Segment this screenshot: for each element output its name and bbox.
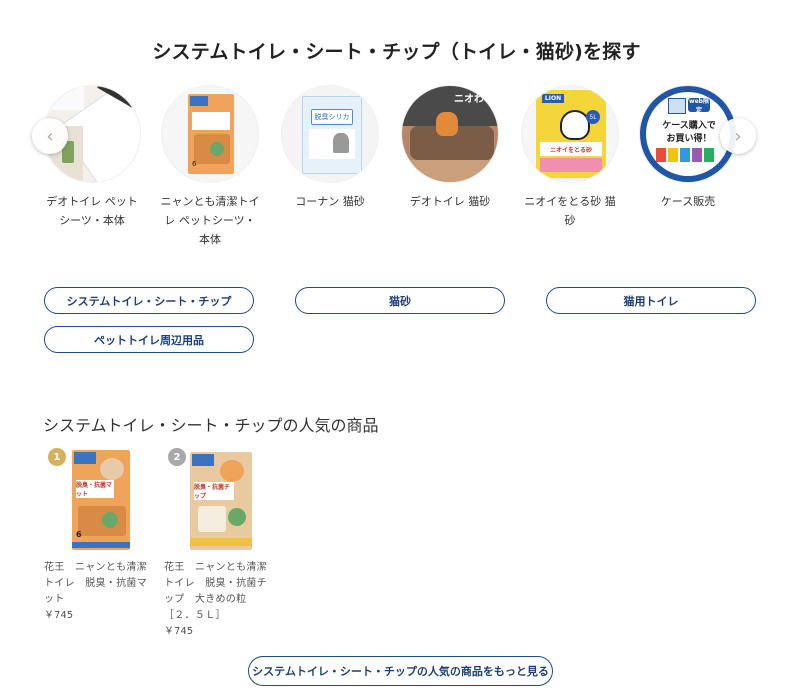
carousel-item-lion-litter[interactable]: LION ニオイをとる砂 5L ニオイをとる砂 猫砂 (520, 86, 620, 230)
chevron-right-icon: › (734, 125, 742, 147)
carousel-item-label: ニャンとも清潔トイレ ペットシーツ・本体 (160, 195, 260, 246)
category-button-toilet-accessories[interactable]: ペットトイレ周辺用品 (44, 326, 254, 353)
carousel-item-kohnan-litter[interactable]: 脱臭シリカ コーナン 猫砂 (280, 86, 380, 211)
popular-section-title: システムトイレ・シート・チップの人気の商品 (43, 416, 379, 435)
nyantomo-pack-image: 6 (162, 86, 258, 182)
carousel-item-label: デオトイレ ペットシーツ・本体 (46, 195, 138, 227)
category-button-cat-litter[interactable]: 猫砂 (295, 287, 505, 314)
view-more-button[interactable]: システムトイレ・シート・チップの人気の商品をもっと見る (248, 656, 553, 686)
carousel-next-button[interactable]: › (720, 118, 756, 154)
chevron-left-icon: ‹ (46, 125, 54, 147)
product-price: ￥745 (164, 626, 194, 637)
box-icon (668, 98, 686, 114)
category-button-cat-toilet[interactable]: 猫用トイレ (546, 287, 756, 314)
carousel-item-label: ケース販売 (660, 195, 716, 208)
product-name[interactable]: 花王 ニャンとも清潔トイレ 脱臭・抗菌マット (44, 560, 156, 608)
category-button-system-toilet[interactable]: システムトイレ・シート・チップ (44, 287, 254, 314)
carousel-item-deotoilet-sheets[interactable]: デオトイレ ペットシーツ・本体 (42, 86, 142, 230)
carousel-item-label: コーナン 猫砂 (295, 195, 365, 208)
rank-badge: 1 (48, 448, 66, 466)
carousel-item-label: デオトイレ 猫砂 (409, 195, 491, 208)
product-card[interactable]: 1 脱臭・抗菌マット 6 花王 ニャンとも清潔トイレ 脱臭・抗菌マット ￥745 (44, 448, 156, 624)
kohnan-litter-pack-image: 脱臭シリカ (282, 86, 378, 182)
carousel-item-nyantomo[interactable]: 6 ニャンとも清潔トイレ ペットシーツ・本体 (160, 86, 260, 249)
product-name[interactable]: 花王 ニャンとも清潔トイレ 脱臭・抗菌チップ 大きめの粒 ［２．５Ｌ］ (164, 560, 276, 624)
carousel-item-case-sale[interactable]: web限定 ケース購入で お買い得！ ケース販売 (638, 86, 738, 211)
product-price: ￥745 (44, 610, 74, 621)
carousel-prev-button[interactable]: ‹ (32, 118, 68, 154)
carousel-item-label: ニオイをとる砂 猫砂 (524, 195, 616, 227)
rank-badge: 2 (168, 448, 186, 466)
carousel-item-deotoilet-litter[interactable]: ニオわ デオトイレ 猫砂 (400, 86, 500, 211)
category-carousel: デオトイレ ペットシーツ・本体 6 ニャンとも清潔トイレ ペットシーツ・本体 脱… (0, 86, 793, 256)
page-title: システムトイレ・シート・チップ（トイレ・猫砂)を探す (152, 41, 641, 63)
product-card[interactable]: 2 脱臭・抗菌チップ 花王 ニャンとも清潔トイレ 脱臭・抗菌チップ 大きめの粒 … (164, 448, 276, 640)
deotoilet-litter-image: ニオわ (402, 86, 498, 182)
lion-litter-pack-image: LION ニオイをとる砂 5L (522, 86, 618, 182)
